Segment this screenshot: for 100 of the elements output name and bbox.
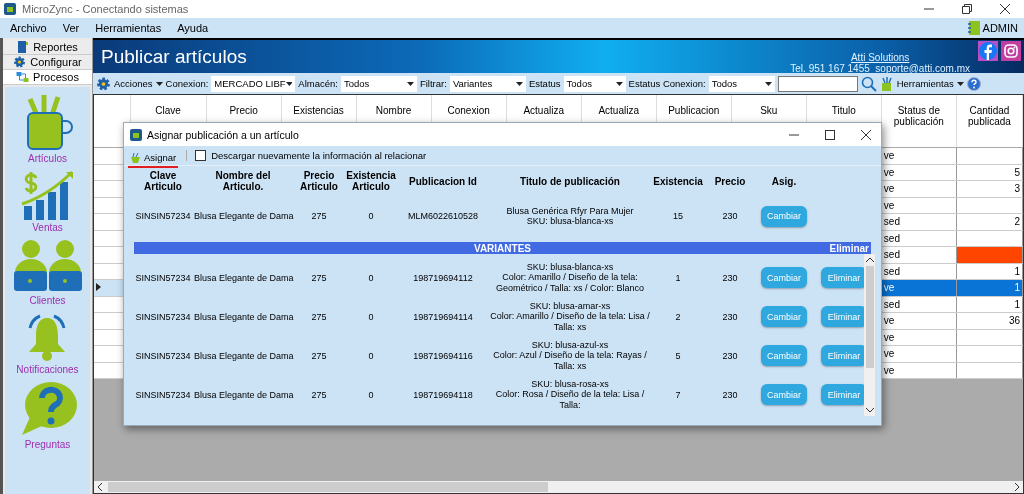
actions-button[interactable]: Acciones: [96, 76, 163, 91]
table-cell-text: 0: [367, 350, 375, 361]
help-icon[interactable]: [966, 76, 981, 91]
dropdown[interactable]: Todos: [340, 75, 417, 92]
facebook-icon[interactable]: [978, 41, 998, 61]
dropdown-arrow-icon: [764, 81, 772, 86]
basket-icon: [130, 152, 141, 163]
table-cell-text: 7: [674, 389, 682, 400]
table-cell: Blusa Elegante de Dama: [194, 389, 292, 400]
menu-item[interactable]: Ver: [62, 22, 80, 34]
row-pointer-icon: [96, 283, 101, 292]
filter-label: Estatus: [528, 78, 561, 89]
table-cell: 5: [956, 164, 1023, 181]
table-cell-text: 2: [674, 311, 682, 322]
table-cell: 2: [956, 213, 1023, 230]
company-link[interactable]: Atti Solutions: [850, 51, 910, 63]
gear-icon: [13, 56, 27, 68]
scroll-up-icon[interactable]: [865, 257, 874, 262]
process-icon: [16, 71, 30, 83]
restore-icon[interactable]: [962, 4, 972, 14]
table-cell: Blusa Elegante de Dama: [194, 311, 292, 322]
menu-item[interactable]: Ayuda: [177, 22, 209, 34]
table-cell-text: SINSIN57234: [134, 272, 192, 283]
table-cell: Blusa Elegante de Dama: [194, 350, 292, 361]
table-cell-text: Blusa Genérica Rfyr Para Mujer SKU: blusa-blanca-xs: [505, 205, 635, 227]
dropdown-arrow-icon: [285, 81, 293, 86]
table-cell: 1: [956, 263, 1023, 280]
table-cell-text: SINSIN57234: [134, 311, 192, 322]
table-cell-text: 230: [721, 272, 739, 283]
column-header: Publicacion Id: [408, 175, 478, 187]
table-cell-text: 198719694112: [412, 272, 474, 283]
sales-chart-icon: [19, 170, 76, 220]
column-header: Precio: [713, 175, 747, 187]
module-label[interactable]: Notificaciones: [16, 364, 79, 375]
table-cell-text: 0: [367, 211, 375, 221]
sidebar-tab[interactable]: Configurar: [3, 55, 92, 70]
dropdown-arrow-icon: [155, 81, 163, 86]
table-cell-text: SINSIN57234: [134, 211, 192, 221]
table-cell-text: 275: [310, 389, 328, 400]
table-cell-text: 275: [310, 211, 328, 221]
table-cell-text: SKU: blusa-azul-xs Color: Azul / Diseño de la tela: Rayas / Talla: xs: [492, 340, 648, 371]
app-icon: [130, 128, 142, 141]
contact-text: Tel. 951 167 1455 soporte@atti.com.mx: [790, 62, 970, 74]
search-field[interactable]: [777, 75, 858, 92]
menu-item[interactable]: Archivo: [10, 22, 47, 34]
checkbox-label[interactable]: Descargar nuevamente la información al relacionar: [211, 150, 427, 161]
column-header: Existencia: [652, 175, 704, 187]
table-cell: 1: [956, 296, 1023, 313]
table-cell: Blusa Elegante de Dama: [194, 272, 292, 283]
dropdown[interactable]: Variantes: [449, 75, 526, 92]
filter-label: Estatus Conexion:: [628, 78, 706, 89]
table-cell: 3: [956, 180, 1023, 197]
table-cell-text: SINSIN57234: [134, 350, 192, 361]
table-cell-text: 198719694116: [412, 350, 474, 361]
filter-label: Filtrar:: [419, 78, 447, 89]
column-header: Titulo de publicación: [519, 175, 621, 187]
scroll-left-icon[interactable]: [97, 483, 103, 491]
table-cell-text: 1: [674, 272, 682, 283]
module-label[interactable]: Clientes: [29, 295, 66, 306]
table-cell-text: SKU: blusa-rosa-xs Color: Rosa / Diseño de la tela: Lisa / Talla:: [494, 379, 646, 410]
module-label[interactable]: Ventas: [32, 222, 63, 233]
dropdown-arrow-icon: [615, 81, 623, 86]
module-label[interactable]: Artículos: [28, 153, 67, 164]
column-header: Precio Articulo: [299, 170, 339, 192]
tools-cup-icon: [879, 76, 894, 91]
checkbox[interactable]: [195, 150, 207, 161]
close-icon[interactable]: [861, 129, 871, 140]
scroll-right-icon[interactable]: [1014, 483, 1020, 491]
sidebar-tab[interactable]: Procesos: [3, 70, 92, 85]
dropdown[interactable]: Todos: [708, 75, 775, 92]
table-cell-text: 230: [721, 350, 739, 361]
instagram-icon[interactable]: [1001, 41, 1021, 61]
module-label[interactable]: Preguntas: [24, 439, 71, 450]
user-name[interactable]: ADMIN: [982, 22, 1018, 34]
menu-item[interactable]: Herramientas: [95, 22, 162, 34]
table-cell: Blusa Elegante de Dama: [194, 211, 292, 221]
maximize-icon[interactable]: [825, 129, 835, 140]
table-cell-text: 0: [367, 311, 375, 322]
column-header: Existencia Articulo: [346, 170, 396, 192]
close-icon[interactable]: [1000, 4, 1010, 14]
sidebar-tab[interactable]: Reportes: [3, 40, 92, 55]
table-cell-text: SINSIN57234: [134, 389, 192, 400]
binder-icon: [17, 41, 30, 53]
column-header[interactable]: Cantidad publicada: [956, 95, 1023, 148]
search-icon[interactable]: [860, 75, 877, 92]
dropdown-arrow-icon: [515, 81, 523, 86]
gear-icon: [96, 76, 111, 91]
window-title: MicroZync - Conectando sistemas: [22, 3, 190, 15]
table-cell-text: 198719694118: [412, 389, 474, 400]
dropdown[interactable]: Todos: [563, 75, 626, 92]
delete-all-link[interactable]: Eliminar: [829, 242, 869, 254]
filter-label: Conexion:: [165, 78, 209, 89]
horizontal-scrollbar[interactable]: [94, 481, 1023, 493]
tools-button[interactable]: Herramientas: [879, 76, 964, 91]
table-cell-text: 0: [367, 272, 375, 283]
scroll-down-icon[interactable]: [865, 408, 874, 413]
vertical-scrollbar[interactable]: [864, 254, 875, 416]
assign-button[interactable]: Asignar: [128, 149, 179, 168]
dropdown-arrow-icon: [406, 81, 414, 86]
dropdown[interactable]: MERCADO LIBF: [211, 75, 296, 92]
